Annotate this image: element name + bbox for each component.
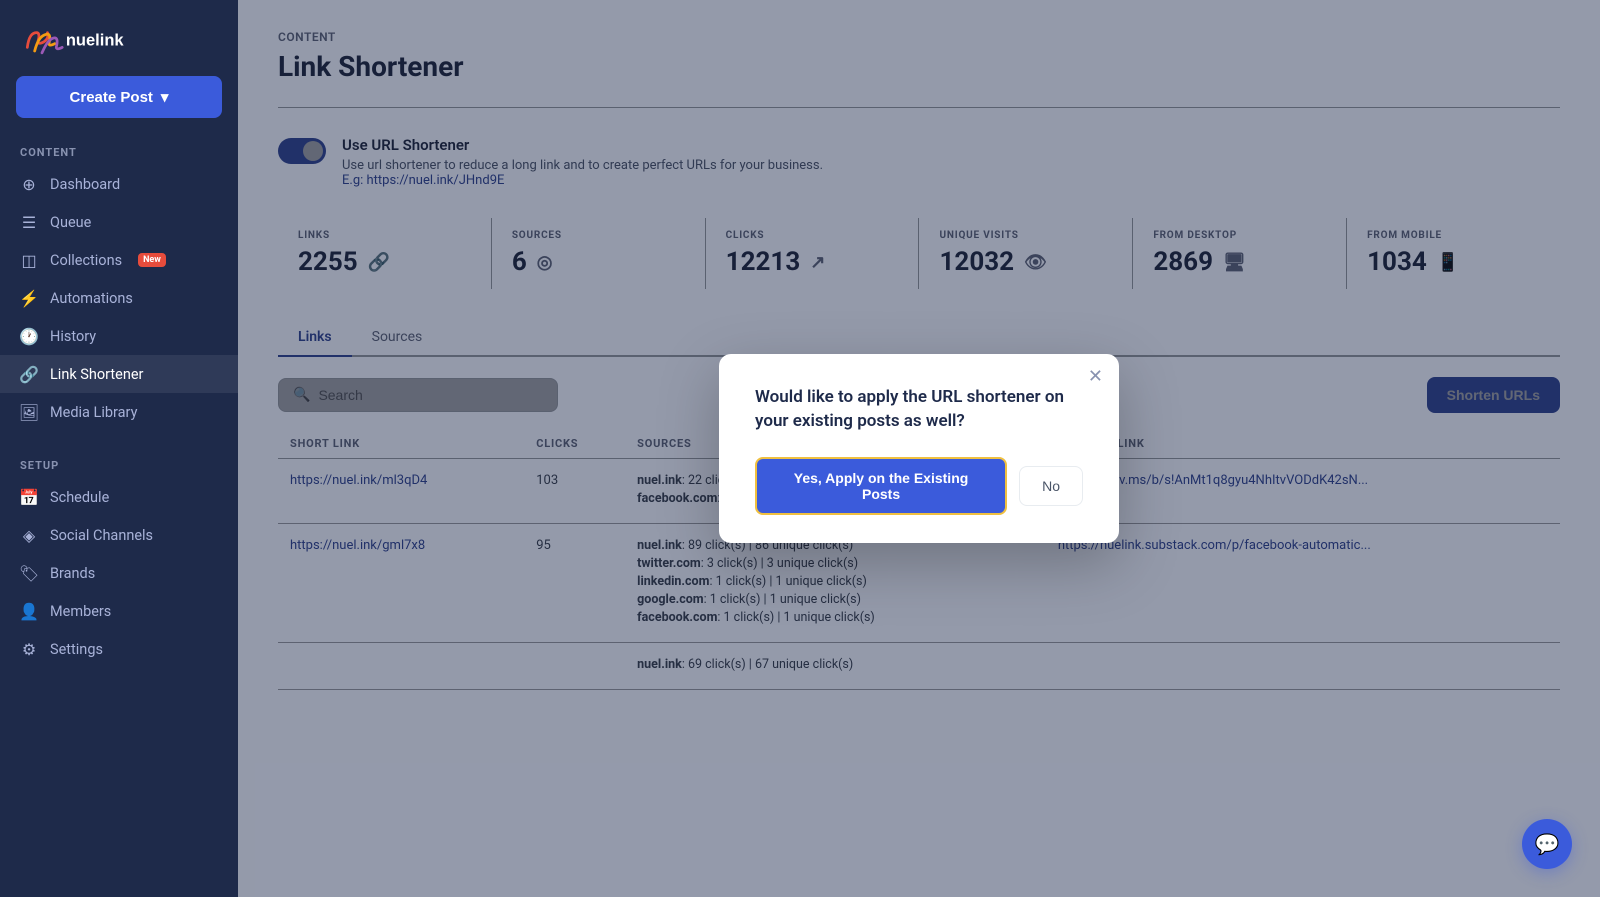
- brands-icon: 🏷: [20, 564, 38, 582]
- sidebar-item-schedule[interactable]: 📅 Schedule: [0, 478, 238, 516]
- sidebar-item-history[interactable]: 🕐 History: [0, 317, 238, 355]
- logo: nuelink: [0, 0, 238, 76]
- link-shortener-icon: 🔗: [20, 365, 38, 383]
- sidebar-item-dashboard[interactable]: ⊕ Dashboard: [0, 165, 238, 203]
- sidebar-item-label: Social Channels: [50, 527, 153, 544]
- support-bubble[interactable]: 💬: [1522, 819, 1572, 869]
- sidebar-item-collections[interactable]: ◫ Collections New: [0, 241, 238, 279]
- sidebar-item-label: Collections: [50, 252, 122, 269]
- sidebar-item-label: Members: [50, 603, 111, 620]
- modal-overlay: ✕ Would like to apply the URL shortener …: [238, 0, 1600, 897]
- schedule-icon: 📅: [20, 488, 38, 506]
- sidebar: nuelink Create Post ▾ CONTENT ⊕ Dashboar…: [0, 0, 238, 897]
- sidebar-item-label: Brands: [50, 565, 95, 582]
- sidebar-item-social-channels[interactable]: ◈ Social Channels: [0, 516, 238, 554]
- sidebar-item-label: Schedule: [50, 489, 109, 506]
- create-post-button[interactable]: Create Post ▾: [16, 76, 222, 118]
- modal-dialog: ✕ Would like to apply the URL shortener …: [719, 354, 1119, 544]
- settings-icon: ⚙: [20, 640, 38, 658]
- social-channels-icon: ◈: [20, 526, 38, 544]
- support-icon: 💬: [1535, 832, 1560, 856]
- sidebar-item-media-library[interactable]: 🖼 Media Library: [0, 393, 238, 431]
- sidebar-section-content: CONTENT ⊕ Dashboard ☰ Queue ◫ Collection…: [0, 138, 238, 431]
- main-content: CONTENT Link Shortener Use URL Shortener…: [238, 0, 1600, 897]
- sidebar-item-brands[interactable]: 🏷 Brands: [0, 554, 238, 592]
- sidebar-item-members[interactable]: 👤 Members: [0, 592, 238, 630]
- sidebar-item-link-shortener[interactable]: 🔗 Link Shortener: [0, 355, 238, 393]
- sidebar-item-label: Automations: [50, 290, 133, 307]
- modal-no-button[interactable]: No: [1019, 466, 1083, 506]
- queue-icon: ☰: [20, 213, 38, 231]
- sidebar-item-label: Media Library: [50, 404, 137, 421]
- dashboard-icon: ⊕: [20, 175, 38, 193]
- history-icon: 🕐: [20, 327, 38, 345]
- section-label-setup: SETUP: [0, 451, 238, 478]
- modal-actions: Yes, Apply on the Existing Posts No: [755, 457, 1083, 515]
- members-icon: 👤: [20, 602, 38, 620]
- sidebar-item-automations[interactable]: ⚡ Automations: [0, 279, 238, 317]
- media-library-icon: 🖼: [20, 403, 38, 421]
- modal-close-button[interactable]: ✕: [1088, 366, 1103, 387]
- sidebar-item-label: History: [50, 328, 96, 345]
- sidebar-item-settings[interactable]: ⚙ Settings: [0, 630, 238, 668]
- svg-text:nuelink: nuelink: [66, 32, 125, 50]
- sidebar-item-label: Settings: [50, 641, 103, 658]
- sidebar-item-label: Queue: [50, 214, 91, 231]
- modal-question: Would like to apply the URL shortener on…: [755, 386, 1083, 434]
- section-label-content: CONTENT: [0, 138, 238, 165]
- new-badge: New: [138, 253, 166, 267]
- modal-yes-button[interactable]: Yes, Apply on the Existing Posts: [755, 457, 1007, 515]
- collections-icon: ◫: [20, 251, 38, 269]
- sidebar-item-label: Dashboard: [50, 176, 120, 193]
- sidebar-item-queue[interactable]: ☰ Queue: [0, 203, 238, 241]
- sidebar-section-setup: SETUP 📅 Schedule ◈ Social Channels 🏷 Bra…: [0, 451, 238, 668]
- sidebar-item-label: Link Shortener: [50, 366, 143, 383]
- automations-icon: ⚡: [20, 289, 38, 307]
